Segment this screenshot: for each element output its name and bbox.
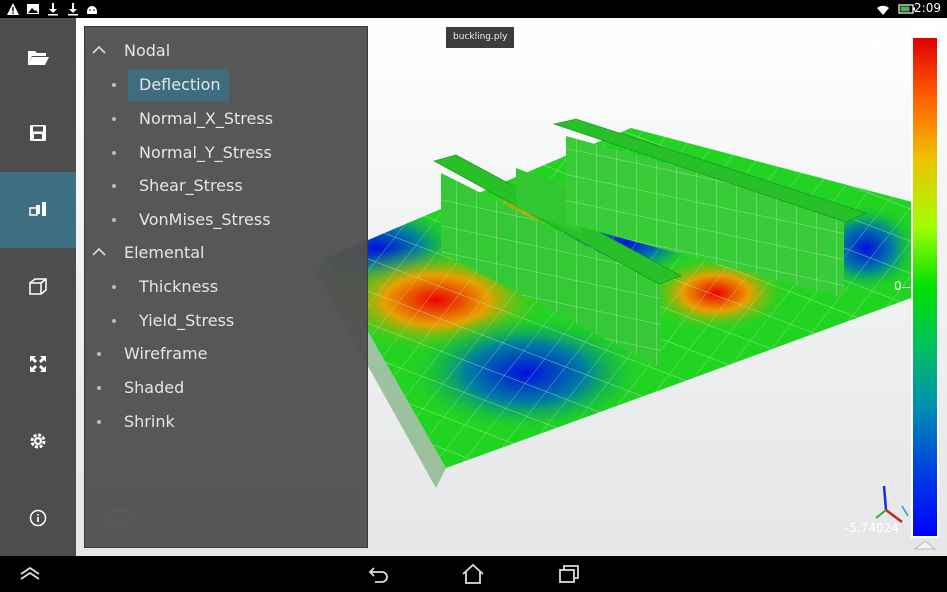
bullet-icon — [112, 319, 116, 323]
model-parts-icon — [29, 202, 46, 216]
bullet-icon — [112, 285, 116, 289]
menu-item-label: Shaded — [124, 378, 185, 397]
menu-item-wireframe[interactable]: Wireframe — [85, 337, 367, 371]
range-min-handle-icon[interactable] — [914, 540, 936, 550]
cube-icon — [29, 278, 47, 295]
download-icon — [48, 3, 58, 16]
fit-view-icon — [30, 356, 46, 372]
bullet-icon — [112, 117, 116, 121]
menu-up-button[interactable] — [16, 562, 44, 586]
bullet-icon — [112, 83, 116, 87]
menu-item-label: Thickness — [139, 277, 219, 296]
group-nodal[interactable]: Nodal — [85, 34, 367, 68]
settings-button[interactable] — [0, 403, 76, 479]
group-label: Nodal — [124, 41, 171, 60]
menu-item-thickness[interactable]: Thickness — [85, 270, 367, 304]
menu-up-icon — [20, 566, 40, 580]
menu-item-label: Wireframe — [124, 344, 208, 363]
legend-max-label: 5.74024 — [851, 38, 901, 52]
menu-item-label: Normal_X_Stress — [139, 109, 274, 128]
info-button[interactable] — [0, 480, 76, 556]
bullet-icon — [97, 386, 101, 390]
file-name-label: buckling.ply — [446, 27, 515, 48]
color-legend-bar — [911, 36, 939, 538]
back-icon — [368, 567, 388, 583]
warning-icon — [7, 3, 19, 15]
recent-apps-icon — [559, 565, 579, 583]
legend-min-label: -5.74024 — [845, 521, 899, 535]
bullet-icon — [112, 218, 116, 222]
save-icon — [30, 125, 46, 141]
recent-apps-button[interactable] — [555, 562, 583, 586]
menu-item-label: Deflection — [139, 75, 221, 94]
bullet-icon — [112, 184, 116, 188]
menu-item-vonmises-stress[interactable]: VonMises_Stress — [85, 203, 367, 237]
home-icon — [462, 563, 484, 584]
menu-item-shrink[interactable]: Shrink — [85, 405, 367, 439]
download-icon — [68, 3, 78, 16]
clock: 2:09 — [914, 1, 941, 15]
menu-item-label: Yield_Stress — [139, 311, 235, 330]
wifi-icon — [877, 5, 889, 15]
settings-icon — [30, 433, 46, 449]
range-max-handle-icon[interactable] — [914, 26, 936, 36]
result-menu-panel: Nodal Deflection Normal_X_Stress Normal_… — [84, 26, 368, 548]
save-button[interactable] — [0, 95, 76, 171]
menu-item-normal-y-stress[interactable]: Normal_Y_Stress — [85, 136, 367, 170]
model-parts-button[interactable] — [0, 172, 76, 248]
menu-item-label: Normal_Y_Stress — [139, 143, 272, 162]
bullet-icon — [97, 420, 101, 424]
open-file-button[interactable] — [0, 19, 76, 95]
bullet-icon — [97, 352, 101, 356]
back-button[interactable] — [365, 562, 393, 586]
menu-item-normal-x-stress[interactable]: Normal_X_Stress — [85, 102, 367, 136]
image-icon — [27, 4, 39, 14]
menu-item-label: Shear_Stress — [139, 176, 243, 195]
chevron-up-icon — [92, 247, 106, 256]
menu-item-deflection[interactable]: Deflection — [85, 68, 367, 102]
status-bar: 2:09 — [0, 0, 947, 18]
home-button[interactable] — [459, 562, 487, 586]
watermark-logo-icon — [104, 509, 132, 527]
group-label: Elemental — [124, 243, 205, 262]
chevron-up-icon — [92, 45, 106, 54]
menu-item-label: VonMises_Stress — [139, 210, 271, 229]
group-elemental[interactable]: Elemental — [85, 236, 367, 270]
legend-mid-tick — [902, 287, 910, 288]
menu-item-shaded[interactable]: Shaded — [85, 371, 367, 405]
menu-item-shear-stress[interactable]: Shear_Stress — [85, 169, 367, 203]
folder-open-icon — [28, 51, 49, 65]
fit-view-button[interactable] — [0, 326, 76, 402]
legend-mid-label: 0 — [894, 279, 902, 293]
info-icon — [29, 509, 47, 527]
view-cube-button[interactable] — [0, 249, 76, 325]
tool-sidebar — [0, 18, 76, 556]
menu-item-label: Shrink — [124, 412, 175, 431]
system-nav-bar — [0, 556, 947, 592]
axis-triad-icon — [875, 485, 909, 523]
bullet-icon — [112, 151, 116, 155]
menu-item-yield-stress[interactable]: Yield_Stress — [85, 304, 367, 338]
android-icon — [87, 6, 97, 14]
